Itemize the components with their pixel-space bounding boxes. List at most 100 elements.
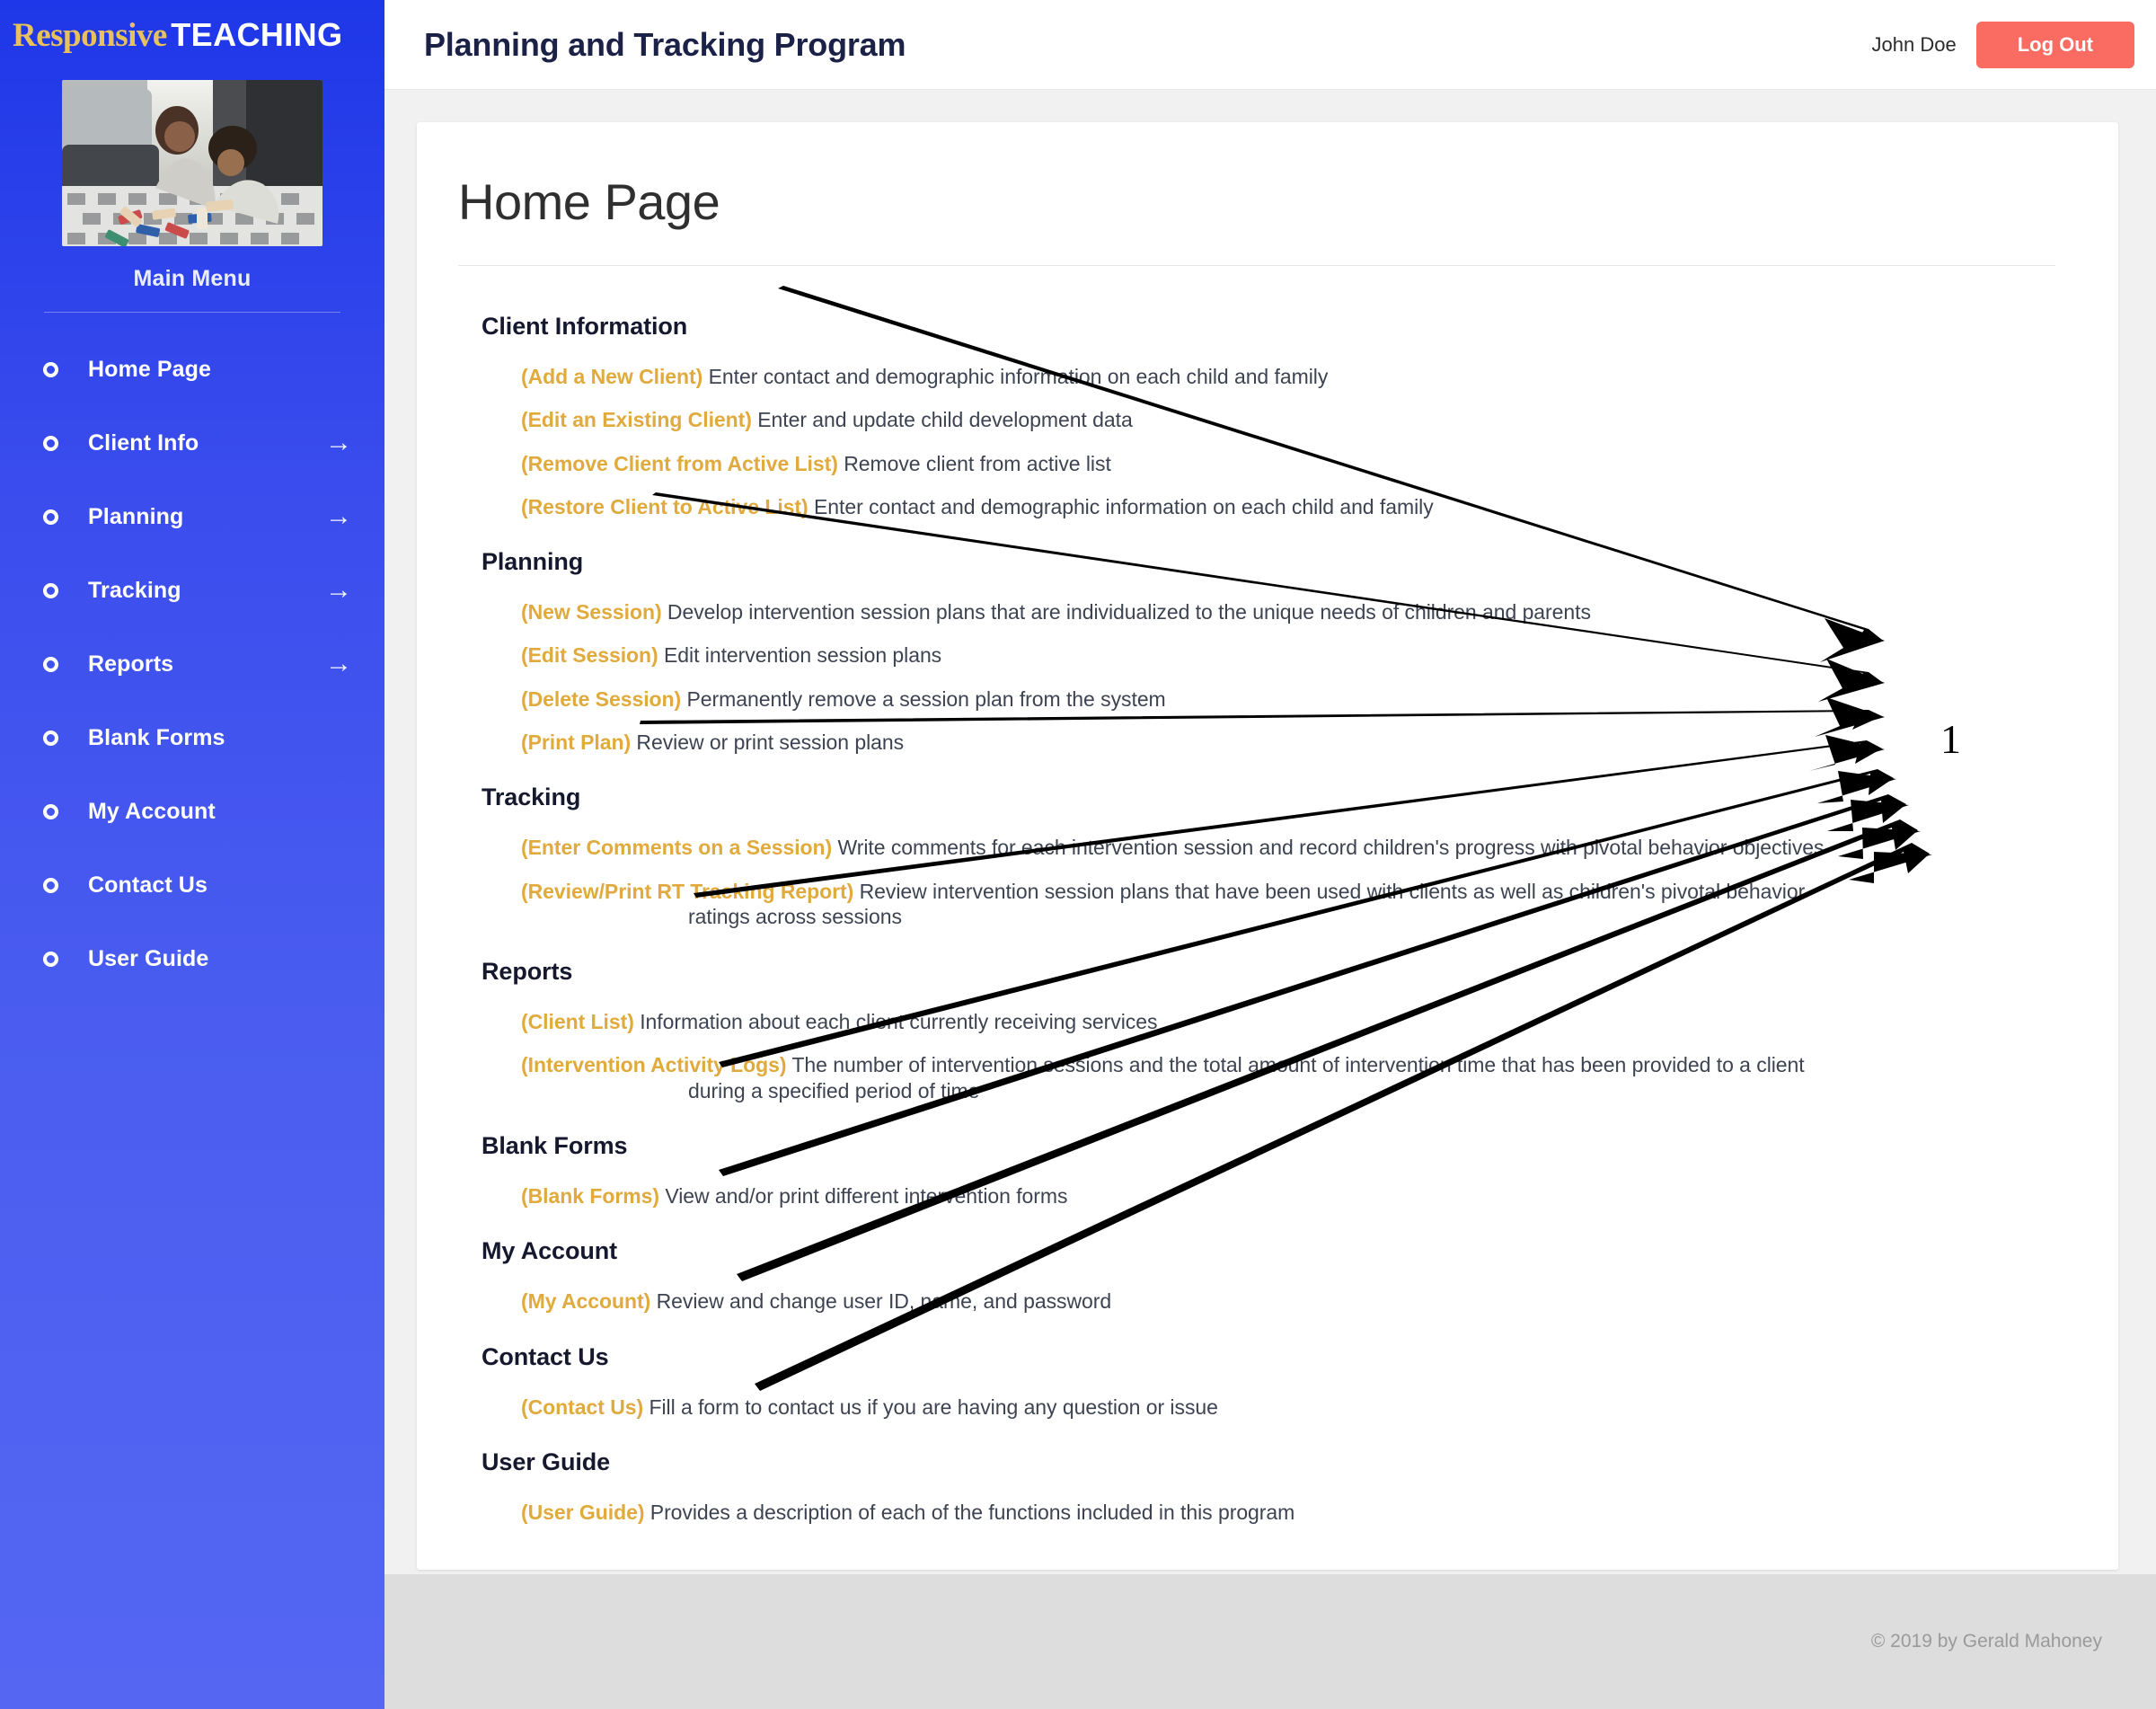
bullet-icon xyxy=(43,582,58,598)
list-item[interactable]: (User Guide) Provides a description of e… xyxy=(521,1491,2055,1534)
item-desc: Provides a description of each of the fu… xyxy=(649,1500,1295,1524)
item-key[interactable]: (Edit an Existing Client) xyxy=(521,408,752,431)
bullet-icon xyxy=(43,435,58,451)
list-item[interactable]: (Blank Forms) View and/or print differen… xyxy=(521,1174,2055,1218)
section-items: (Add a New Client) Enter contact and dem… xyxy=(458,355,2055,528)
sidebar-item-my-account[interactable]: My Account xyxy=(0,775,384,848)
bullet-icon xyxy=(43,509,58,525)
sidebar-item-user-guide[interactable]: User Guide xyxy=(0,922,384,996)
app-root: Responsive TEACHING Main Menu Home Page … xyxy=(0,0,2156,1709)
section-heading: Contact Us xyxy=(482,1342,609,1370)
section-items: (User Guide) Provides a description of e… xyxy=(458,1491,2055,1534)
item-key[interactable]: (Add a New Client) xyxy=(521,365,702,388)
sidebar-item-label: Home Page xyxy=(88,356,212,382)
page-header-title: Planning and Tracking Program xyxy=(424,25,906,63)
section-heading: User Guide xyxy=(482,1448,611,1475)
item-key[interactable]: (New Session) xyxy=(521,600,662,624)
item-key[interactable]: (Print Plan) xyxy=(521,731,631,754)
sidebar: Responsive TEACHING Main Menu Home Page … xyxy=(0,0,384,1709)
section-blank-forms: Blank Forms (Blank Forms) View and/or pr… xyxy=(458,1112,2055,1218)
item-key[interactable]: (Remove Client from Active List) xyxy=(521,452,838,475)
page-title: Home Page xyxy=(458,173,720,230)
page-footer: © 2019 by Gerald Mahoney xyxy=(384,1574,2156,1709)
arrow-right-icon: → xyxy=(325,428,352,457)
item-key[interactable]: (Blank Forms) xyxy=(521,1184,659,1208)
section-items: (New Session) Develop intervention sessi… xyxy=(458,590,2055,764)
item-key[interactable]: (Contact Us) xyxy=(521,1395,643,1419)
title-divider xyxy=(458,265,2055,266)
list-item[interactable]: (Edit Session) Edit intervention session… xyxy=(521,633,2055,677)
brand-word-teaching: TEACHING xyxy=(171,16,343,53)
list-item[interactable]: (Restore Client to Active List) Enter co… xyxy=(521,485,2055,528)
sidebar-item-reports[interactable]: Reports → xyxy=(0,627,384,701)
list-item[interactable]: (Edit an Existing Client) Enter and upda… xyxy=(521,398,2055,441)
item-desc: The number of intervention sessions and … xyxy=(791,1053,1805,1077)
section-heading: Reports xyxy=(482,958,573,986)
item-desc: Information about each client currently … xyxy=(640,1010,1158,1034)
section-planning: Planning (New Session) Develop intervent… xyxy=(458,528,2055,764)
list-item[interactable]: (Contact Us) Fill a form to contact us i… xyxy=(521,1386,2055,1429)
item-desc: Review intervention session plans that h… xyxy=(859,879,1806,903)
list-item[interactable]: (Enter Comments on a Session) Write comm… xyxy=(521,826,2055,869)
item-key[interactable]: (Client List) xyxy=(521,1010,634,1033)
item-key[interactable]: (My Account) xyxy=(521,1289,650,1313)
sidebar-item-contact-us[interactable]: Contact Us xyxy=(0,848,384,922)
item-desc: Enter contact and demographic informatio… xyxy=(814,494,1434,518)
list-item[interactable]: (My Account) Review and change user ID, … xyxy=(521,1280,2055,1323)
section-heading: Client Information xyxy=(482,313,688,340)
item-key[interactable]: (Intervention Activity Logs) xyxy=(521,1053,787,1076)
item-desc-continued: ratings across sessions xyxy=(688,904,902,928)
sidebar-item-label: My Account xyxy=(88,798,216,824)
item-key[interactable]: (User Guide) xyxy=(521,1501,644,1524)
section-heading: Blank Forms xyxy=(482,1131,628,1159)
item-desc: View and/or print different intervention… xyxy=(665,1183,1068,1208)
item-desc: Review and change user ID, name, and pas… xyxy=(656,1289,1112,1314)
content-area: Home Page Client Information (Add a New … xyxy=(384,90,2156,1574)
list-item[interactable]: (Client List) Information about each cli… xyxy=(521,1000,2055,1043)
list-item[interactable]: (Add a New Client) Enter contact and dem… xyxy=(521,355,2055,398)
item-key[interactable]: (Restore Client to Active List) xyxy=(521,495,808,518)
section-items: (Enter Comments on a Session) Write comm… xyxy=(458,826,2055,938)
sidebar-item-planning[interactable]: Planning → xyxy=(0,480,384,553)
item-desc-continued: during a specified period of time xyxy=(688,1078,980,1102)
section-items: (My Account) Review and change user ID, … xyxy=(458,1280,2055,1323)
item-desc: Edit intervention session plans xyxy=(664,643,942,668)
sidebar-item-tracking[interactable]: Tracking → xyxy=(0,553,384,627)
top-bar-actions: John Doe Log Out xyxy=(1872,21,2134,68)
section-my-account: My Account (My Account) Review and chang… xyxy=(458,1218,2055,1323)
brand-word-responsive: Responsive xyxy=(13,17,167,54)
home-page-card: Home Page Client Information (Add a New … xyxy=(417,122,2118,1571)
bullet-icon xyxy=(43,951,58,967)
item-key[interactable]: (Edit Session) xyxy=(521,643,658,667)
top-bar: Planning and Tracking Program John Doe L… xyxy=(384,0,2156,90)
arrow-right-icon: → xyxy=(325,649,352,678)
section-items: (Client List) Information about each cli… xyxy=(458,1000,2055,1112)
item-desc: Review or print session plans xyxy=(636,730,905,754)
copyright-text: © 2019 by Gerald Mahoney xyxy=(1870,1631,2102,1651)
list-item[interactable]: (Intervention Activity Logs) The number … xyxy=(521,1043,2055,1112)
section-heading: Tracking xyxy=(482,784,581,811)
sidebar-item-home-page[interactable]: Home Page xyxy=(0,332,384,406)
item-desc: Permanently remove a session plan from t… xyxy=(686,686,1166,711)
sidebar-item-blank-forms[interactable]: Blank Forms xyxy=(0,701,384,775)
list-item[interactable]: (Remove Client from Active List) Remove … xyxy=(521,442,2055,485)
sidebar-item-client-info[interactable]: Client Info → xyxy=(0,406,384,480)
log-out-button[interactable]: Log Out xyxy=(1975,21,2134,68)
section-reports: Reports (Client List) Information about … xyxy=(458,938,2055,1112)
arrow-right-icon: → xyxy=(325,575,352,605)
main-menu-label: Main Menu xyxy=(133,266,252,291)
sidebar-item-label: User Guide xyxy=(88,945,209,971)
arrow-right-icon: → xyxy=(325,501,352,531)
sidebar-item-label: Tracking xyxy=(88,577,181,603)
list-item[interactable]: (New Session) Develop intervention sessi… xyxy=(521,590,2055,633)
list-item[interactable]: (Review/Print RT Tracking Report) Review… xyxy=(521,870,2055,939)
list-item[interactable]: (Print Plan) Review or print session pla… xyxy=(521,721,2055,764)
section-tracking: Tracking (Enter Comments on a Session) W… xyxy=(458,764,2055,938)
photo-illustration xyxy=(62,80,323,246)
item-key[interactable]: (Delete Session) xyxy=(521,687,681,711)
section-user-guide: User Guide (User Guide) Provides a descr… xyxy=(458,1429,2055,1534)
item-key[interactable]: (Enter Comments on a Session) xyxy=(521,836,832,859)
sidebar-item-label: Planning xyxy=(88,503,184,529)
item-key[interactable]: (Review/Print RT Tracking Report) xyxy=(521,880,853,903)
list-item[interactable]: (Delete Session) Permanently remove a se… xyxy=(521,677,2055,721)
